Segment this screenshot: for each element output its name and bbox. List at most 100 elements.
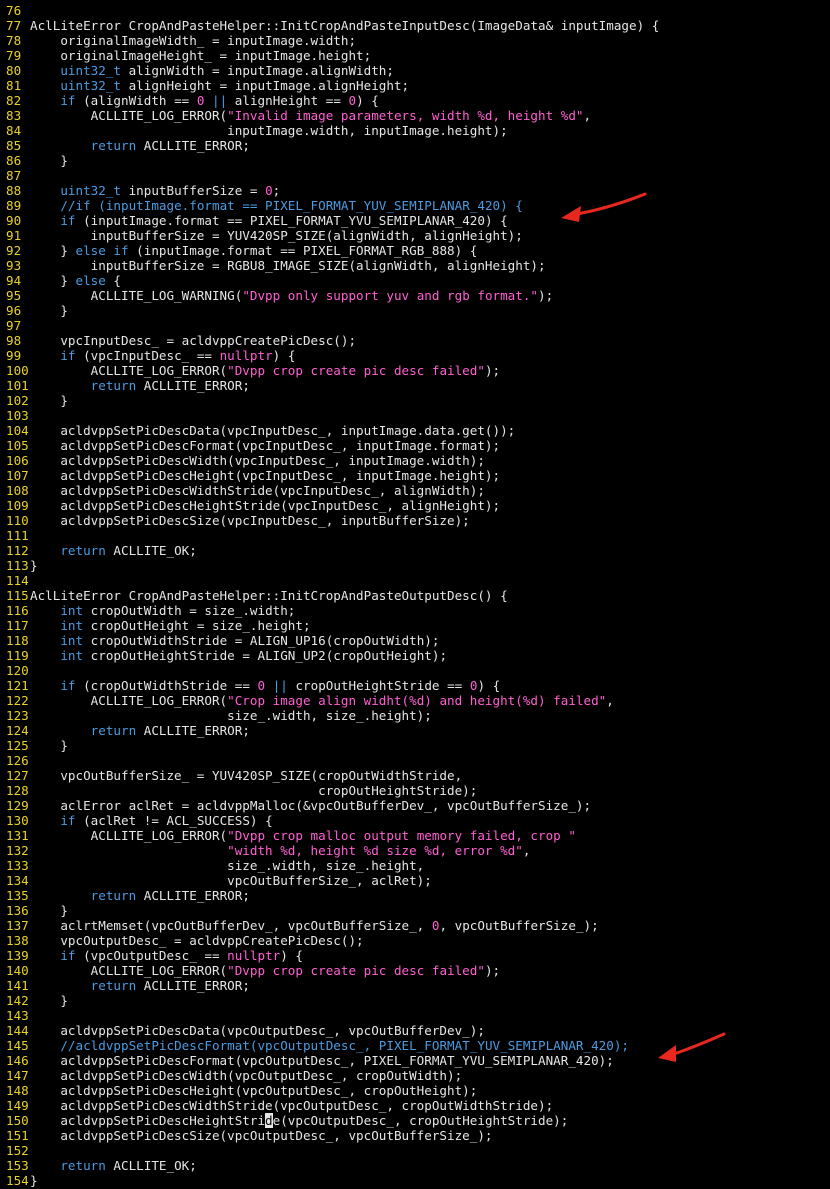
code-line[interactable]: 134 vpcOutBufferSize_, aclRet); <box>0 873 830 888</box>
line-code[interactable]: int cropOutHeightStride = ALIGN_UP2(crop… <box>30 648 447 663</box>
line-code[interactable]: acldvppSetPicDescWidth(vpcInputDesc_, in… <box>30 453 485 468</box>
code-line[interactable]: 144 acldvppSetPicDescData(vpcOutputDesc_… <box>0 1023 830 1038</box>
line-code[interactable]: if (cropOutWidthStride == 0 || cropOutHe… <box>30 678 500 693</box>
code-line[interactable]: 148 acldvppSetPicDescHeight(vpcOutputDes… <box>0 1083 830 1098</box>
code-line[interactable]: 151 acldvppSetPicDescSize(vpcOutputDesc_… <box>0 1128 830 1143</box>
line-code[interactable]: return ACLLITE_ERROR; <box>30 378 250 393</box>
line-code[interactable]: int cropOutHeight = size_.height; <box>30 618 310 633</box>
line-code[interactable]: ACLLITE_LOG_ERROR("Dvpp crop create pic … <box>30 963 500 978</box>
line-code[interactable]: acldvppSetPicDescSize(vpcInputDesc_, inp… <box>30 513 469 528</box>
line-code[interactable]: inputImage.width, inputImage.height); <box>30 123 508 138</box>
code-line[interactable]: 82 if (alignWidth == 0 || alignHeight ==… <box>0 93 830 108</box>
code-line[interactable]: 122 ACLLITE_LOG_ERROR("Crop image align … <box>0 693 830 708</box>
code-line[interactable]: 119 int cropOutHeightStride = ALIGN_UP2(… <box>0 648 830 663</box>
line-code[interactable]: vpcOutBufferSize_, aclRet); <box>30 873 432 888</box>
line-code[interactable]: aclrtMemset(vpcOutBufferDev_, vpcOutBuff… <box>30 918 598 933</box>
line-code[interactable]: acldvppSetPicDescData(vpcOutputDesc_, vp… <box>30 1023 485 1038</box>
code-line[interactable]: 81 uint32_t alignHeight = inputImage.ali… <box>0 78 830 93</box>
code-line[interactable]: 118 int cropOutWidthStride = ALIGN_UP16(… <box>0 633 830 648</box>
line-code[interactable]: uint32_t alignWidth = inputImage.alignWi… <box>30 63 394 78</box>
code-line[interactable]: 84 inputImage.width, inputImage.height); <box>0 123 830 138</box>
code-line[interactable]: 129 aclError aclRet = acldvppMalloc(&vpc… <box>0 798 830 813</box>
code-line[interactable]: 92 } else if (inputImage.format == PIXEL… <box>0 243 830 258</box>
code-line[interactable]: 145 //acldvppSetPicDescFormat(vpcOutputD… <box>0 1038 830 1053</box>
line-code[interactable]: return ACLLITE_ERROR; <box>30 978 250 993</box>
line-code[interactable]: acldvppSetPicDescHeightStride(vpcInputDe… <box>30 498 500 513</box>
code-line[interactable]: 76 <box>0 3 830 18</box>
code-line[interactable]: 152 <box>0 1143 830 1158</box>
code-line[interactable]: 104 acldvppSetPicDescData(vpcInputDesc_,… <box>0 423 830 438</box>
code-line[interactable]: 114 <box>0 573 830 588</box>
code-line[interactable]: 106 acldvppSetPicDescWidth(vpcInputDesc_… <box>0 453 830 468</box>
code-line[interactable]: 77 AclLiteError CropAndPasteHelper::InitC… <box>0 18 830 33</box>
line-code[interactable]: } <box>30 903 68 918</box>
code-line[interactable]: 78 originalImageWidth_ = inputImage.widt… <box>0 33 830 48</box>
line-code[interactable]: originalImageWidth_ = inputImage.width; <box>30 33 356 48</box>
code-line[interactable]: 132 "width %d, height %d size %d, error … <box>0 843 830 858</box>
code-line[interactable]: 125 } <box>0 738 830 753</box>
code-line[interactable]: 131 ACLLITE_LOG_ERROR("Dvpp crop malloc … <box>0 828 830 843</box>
code-line[interactable]: 140 ACLLITE_LOG_ERROR("Dvpp crop create … <box>0 963 830 978</box>
code-line[interactable]: 111 <box>0 528 830 543</box>
line-code[interactable]: //acldvppSetPicDescFormat(vpcOutputDesc_… <box>30 1038 629 1053</box>
code-line[interactable]: 99 if (vpcInputDesc_ == nullptr) { <box>0 348 830 363</box>
line-code[interactable]: inputBufferSize = RGBU8_IMAGE_SIZE(align… <box>30 258 546 273</box>
line-code[interactable]: return ACLLITE_ERROR; <box>30 138 250 153</box>
code-line[interactable]: 115AclLiteError CropAndPasteHelper::Init… <box>0 588 830 603</box>
code-line[interactable]: 86 } <box>0 153 830 168</box>
line-code[interactable]: } <box>30 1173 38 1188</box>
line-code[interactable]: int cropOutWidth = size_.width; <box>30 603 295 618</box>
line-code[interactable]: acldvppSetPicDescHeightStride(vpcOutputD… <box>30 1113 568 1128</box>
line-code[interactable]: return ACLLITE_ERROR; <box>30 888 250 903</box>
line-code[interactable]: vpcOutBufferSize_ = YUV420SP_SIZE(cropOu… <box>30 768 462 783</box>
line-code[interactable]: } <box>30 993 68 1008</box>
line-code[interactable]: acldvppSetPicDescWidthStride(vpcInputDes… <box>30 483 485 498</box>
code-line[interactable]: 100 ACLLITE_LOG_ERROR("Dvpp crop create … <box>0 363 830 378</box>
code-line[interactable]: 154} <box>0 1173 830 1188</box>
line-code[interactable]: vpcInputDesc_ = acldvppCreatePicDesc(); <box>30 333 356 348</box>
line-code[interactable]: acldvppSetPicDescWidth(vpcOutputDesc_, c… <box>30 1068 462 1083</box>
code-line[interactable]: 85 return ACLLITE_ERROR; <box>0 138 830 153</box>
code-line[interactable]: 109 acldvppSetPicDescHeightStride(vpcInp… <box>0 498 830 513</box>
line-code[interactable]: uint32_t inputBufferSize = 0; <box>30 183 280 198</box>
line-code[interactable]: ACLLITE_LOG_ERROR("Invalid image paramet… <box>30 108 591 123</box>
code-line[interactable]: 133 size_.width, size_.height, <box>0 858 830 873</box>
code-line[interactable]: 136 } <box>0 903 830 918</box>
code-line[interactable]: 130 if (aclRet != ACL_SUCCESS) { <box>0 813 830 828</box>
line-code[interactable]: inputBufferSize = YUV420SP_SIZE(alignWid… <box>30 228 523 243</box>
code-line[interactable]: 137 aclrtMemset(vpcOutBufferDev_, vpcOut… <box>0 918 830 933</box>
code-line[interactable]: 80 uint32_t alignWidth = inputImage.alig… <box>0 63 830 78</box>
code-line[interactable]: 141 return ACLLITE_ERROR; <box>0 978 830 993</box>
code-line[interactable]: 123 size_.width, size_.height); <box>0 708 830 723</box>
code-line[interactable]: 128 cropOutHeightStride); <box>0 783 830 798</box>
code-line[interactable]: 90 if (inputImage.format == PIXEL_FORMAT… <box>0 213 830 228</box>
code-line[interactable]: 105 acldvppSetPicDescFormat(vpcInputDesc… <box>0 438 830 453</box>
line-code[interactable]: acldvppSetPicDescWidthStride(vpcOutputDe… <box>30 1098 553 1113</box>
code-line[interactable]: 87 <box>0 168 830 183</box>
code-line[interactable]: 102 } <box>0 393 830 408</box>
code-line[interactable]: 117 int cropOutHeight = size_.height; <box>0 618 830 633</box>
code-line[interactable]: 113} <box>0 558 830 573</box>
line-code[interactable]: } <box>30 303 68 318</box>
line-code[interactable]: "width %d, height %d size %d, error %d", <box>30 843 530 858</box>
code-line[interactable]: 149 acldvppSetPicDescWidthStride(vpcOutp… <box>0 1098 830 1113</box>
code-line[interactable]: 97 <box>0 318 830 333</box>
code-line[interactable]: 79 originalImageHeight_ = inputImage.hei… <box>0 48 830 63</box>
code-line[interactable]: 112 return ACLLITE_OK; <box>0 543 830 558</box>
line-code[interactable]: } <box>30 558 38 573</box>
line-code[interactable]: int cropOutWidthStride = ALIGN_UP16(crop… <box>30 633 439 648</box>
line-code[interactable]: cropOutHeightStride); <box>30 783 477 798</box>
line-code[interactable]: ACLLITE_LOG_ERROR("Dvpp crop create pic … <box>30 363 500 378</box>
code-line[interactable]: 135 return ACLLITE_ERROR; <box>0 888 830 903</box>
line-code[interactable]: } <box>30 738 68 753</box>
line-code[interactable]: } else if (inputImage.format == PIXEL_FO… <box>30 243 477 258</box>
code-line[interactable]: 89 //if (inputImage.format == PIXEL_FORM… <box>0 198 830 213</box>
code-line[interactable]: 126 <box>0 753 830 768</box>
line-code[interactable]: ACLLITE_LOG_ERROR("Dvpp crop malloc outp… <box>30 828 576 843</box>
code-line[interactable]: 139 if (vpcOutputDesc_ == nullptr) { <box>0 948 830 963</box>
line-code[interactable]: acldvppSetPicDescData(vpcInputDesc_, inp… <box>30 423 515 438</box>
line-code[interactable]: size_.width, size_.height); <box>30 708 432 723</box>
line-code[interactable]: } <box>30 153 68 168</box>
code-line[interactable]: 91 inputBufferSize = YUV420SP_SIZE(align… <box>0 228 830 243</box>
code-line[interactable]: 108 acldvppSetPicDescWidthStride(vpcInpu… <box>0 483 830 498</box>
